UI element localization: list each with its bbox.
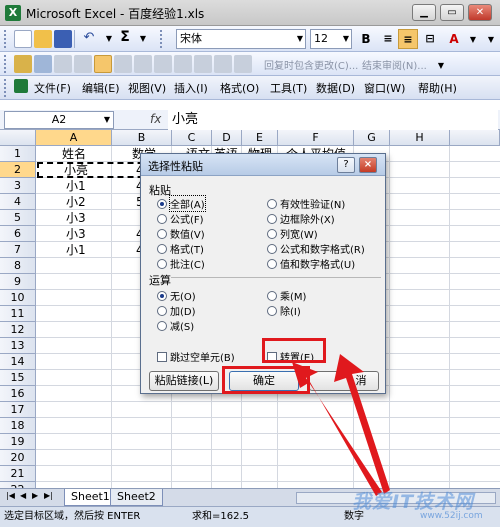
arrow-to-transpose (334, 354, 390, 494)
watermark-url: www.52ij.com (420, 511, 483, 521)
watermark-logo: 我爱IT技术网 (352, 491, 475, 513)
annotation-arrows (292, 354, 390, 496)
